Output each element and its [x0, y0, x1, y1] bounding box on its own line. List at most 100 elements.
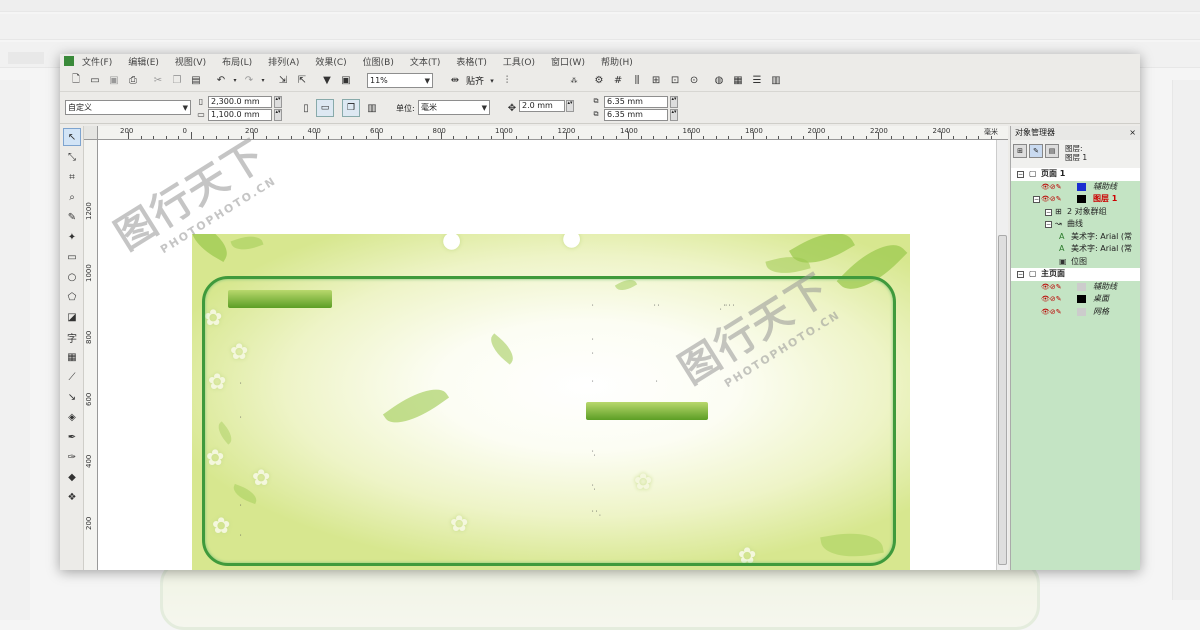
snap-dropdown-icon[interactable]: ▾: [488, 73, 496, 89]
dup-x-spinner[interactable]: ▴▾: [670, 96, 678, 108]
undo-icon[interactable]: ↶: [213, 73, 229, 89]
title-bar-right[interactable]: [586, 402, 708, 420]
expand-toggle-icon[interactable]: −: [1045, 221, 1052, 228]
cut-icon[interactable]: ✂: [150, 73, 166, 89]
width-spinner[interactable]: ▴▾: [274, 96, 282, 108]
all-pages-button[interactable]: ❐: [342, 99, 360, 117]
vertical-scrollbar[interactable]: [996, 140, 1008, 570]
grid-icon[interactable]: #: [610, 73, 626, 89]
redo-dropdown-icon[interactable]: ▾: [260, 73, 266, 89]
menu-effects[interactable]: 效果(C): [315, 55, 346, 68]
connector-tool-icon[interactable]: ↘: [63, 388, 81, 406]
polygon-tool-icon[interactable]: ⬠: [63, 288, 81, 306]
duplicate-y-input[interactable]: 6.35 mm: [604, 109, 668, 121]
align-icon[interactable]: ⫶: [499, 73, 515, 89]
portrait-icon[interactable]: ▯: [298, 100, 314, 116]
units-select[interactable]: 毫米 ▼: [418, 100, 490, 115]
current-page-icon[interactable]: ▥: [364, 100, 380, 116]
zoom-tool-icon[interactable]: ⊙: [686, 73, 702, 89]
height-spinner[interactable]: ▴▾: [274, 109, 282, 121]
tree-item-page[interactable]: − ▢ 主页面: [1011, 268, 1140, 281]
page-size-select[interactable]: 自定义 ▼: [65, 100, 191, 115]
layers-icon[interactable]: ◍: [711, 73, 727, 89]
tree-item-page[interactable]: − ▢ 页面 1: [1011, 168, 1140, 181]
tree-item-layer[interactable]: 👁⊘✎ 网格: [1011, 306, 1140, 319]
import-icon[interactable]: ⇲: [275, 73, 291, 89]
freehand-tool-icon[interactable]: ✎: [63, 208, 81, 226]
guidelines-icon[interactable]: ⫼: [629, 73, 645, 89]
menu-edit[interactable]: 编辑(E): [128, 55, 159, 68]
pick-tool-icon[interactable]: ↖: [63, 128, 81, 146]
nudge-spinner[interactable]: ▴▾: [566, 100, 574, 112]
tree-item-layer[interactable]: − 👁⊘✎ 图层 1: [1011, 193, 1140, 206]
menu-file[interactable]: 文件(F): [82, 55, 112, 68]
grid-view-icon[interactable]: ▦: [730, 73, 746, 89]
fill-tool-icon[interactable]: ◆: [63, 468, 81, 486]
welcome-icon[interactable]: ⚙: [591, 73, 607, 89]
landscape-button[interactable]: ▭: [316, 99, 334, 117]
snap-label[interactable]: 贴齐: [466, 74, 484, 87]
ellipse-tool-icon[interactable]: ○: [63, 268, 81, 286]
zoom-icon[interactable]: ⌕: [63, 188, 81, 206]
layer-visibility-icon[interactable]: 👁⊘✎: [1041, 306, 1062, 318]
tiles-icon[interactable]: ▥: [768, 73, 784, 89]
crop-tool-icon[interactable]: ⌗: [63, 168, 81, 186]
smart-fill-icon[interactable]: ✦: [63, 228, 81, 246]
table-tool-icon[interactable]: ▦: [63, 348, 81, 366]
options-icon[interactable]: ⁂: [566, 73, 582, 89]
nudge-input[interactable]: 2.0 mm: [519, 100, 565, 112]
close-icon[interactable]: ×: [1129, 126, 1136, 140]
page-height-input[interactable]: 1,100.0 mm: [208, 109, 272, 121]
menu-window[interactable]: 窗口(W): [551, 55, 585, 68]
tree-item-curve[interactable]: − ↝ 曲线: [1011, 218, 1140, 231]
text-tool-icon[interactable]: 字: [63, 328, 81, 346]
scroll-thumb[interactable]: [998, 235, 1007, 565]
print-icon[interactable]: ⎙: [125, 73, 141, 89]
expand-toggle-icon[interactable]: −: [1017, 171, 1024, 178]
menu-arrange[interactable]: 排列(A): [268, 55, 299, 68]
publish-pdf-icon[interactable]: ▼: [319, 73, 335, 89]
dup-y-spinner[interactable]: ▴▾: [670, 109, 678, 121]
menu-table[interactable]: 表格(T): [456, 55, 487, 68]
duplicate-x-input[interactable]: 6.35 mm: [604, 96, 668, 108]
layer-manager-icon[interactable]: ▤: [1045, 144, 1059, 158]
page-width-input[interactable]: 2,300.0 mm: [208, 96, 272, 108]
menu-bitmaps[interactable]: 位图(B): [363, 55, 394, 68]
layer-visibility-icon[interactable]: 👁⊘✎: [1041, 193, 1062, 205]
expand-toggle-icon[interactable]: −: [1045, 208, 1052, 216]
tree-item-group[interactable]: − ⊞ 2 对象群组: [1011, 206, 1140, 219]
menu-tools[interactable]: 工具(O): [503, 55, 535, 68]
interactive-fill-icon[interactable]: ❖: [63, 488, 81, 506]
outline-pen-icon[interactable]: ✑: [63, 448, 81, 466]
dimension-tool-icon[interactable]: ⟋: [63, 368, 81, 386]
layer-visibility-icon[interactable]: 👁⊘✎: [1041, 293, 1062, 305]
copy-icon[interactable]: ❐: [169, 73, 185, 89]
rectangle-tool-icon[interactable]: ▭: [63, 248, 81, 266]
menu-view[interactable]: 视图(V): [175, 55, 206, 68]
new-document-icon[interactable]: 🗋: [68, 73, 84, 89]
tree-item-layer[interactable]: 👁⊘✎ 辅助线: [1011, 181, 1140, 194]
shape-tool-icon[interactable]: ⤡: [63, 148, 81, 166]
app-launcher-icon[interactable]: ▣: [338, 73, 354, 89]
tree-item-layer[interactable]: 👁⊘✎ 辅助线: [1011, 281, 1140, 294]
blend-tool-icon[interactable]: ◈: [63, 408, 81, 426]
open-folder-icon[interactable]: ▭: [87, 73, 103, 89]
tree-item-text[interactable]: A 美术字: Arial (常: [1011, 243, 1140, 256]
layer-visibility-icon[interactable]: 👁⊘✎: [1041, 181, 1062, 193]
menu-help[interactable]: 帮助(H): [601, 55, 633, 68]
snap-icon[interactable]: ⇹: [447, 73, 463, 89]
menu-text[interactable]: 文本(T): [410, 55, 441, 68]
tree-item-bitmap[interactable]: ▣ 位图: [1011, 256, 1140, 269]
layer-visibility-icon[interactable]: 👁⊘✎: [1041, 281, 1062, 293]
save-icon[interactable]: ▣: [106, 73, 122, 89]
show-properties-icon[interactable]: ⊞: [1013, 144, 1027, 158]
export-icon[interactable]: ⇱: [294, 73, 310, 89]
eyedropper-icon[interactable]: ✒: [63, 428, 81, 446]
redo-icon[interactable]: ↷: [241, 73, 257, 89]
menu-layout[interactable]: 布局(L): [222, 55, 252, 68]
paste-icon[interactable]: ▤: [188, 73, 204, 89]
tree-item-text[interactable]: A 美术字: Arial (常: [1011, 231, 1140, 244]
object-icon[interactable]: ⊞: [648, 73, 664, 89]
basic-shapes-icon[interactable]: ◪: [63, 308, 81, 326]
list-icon[interactable]: ☰: [749, 73, 765, 89]
